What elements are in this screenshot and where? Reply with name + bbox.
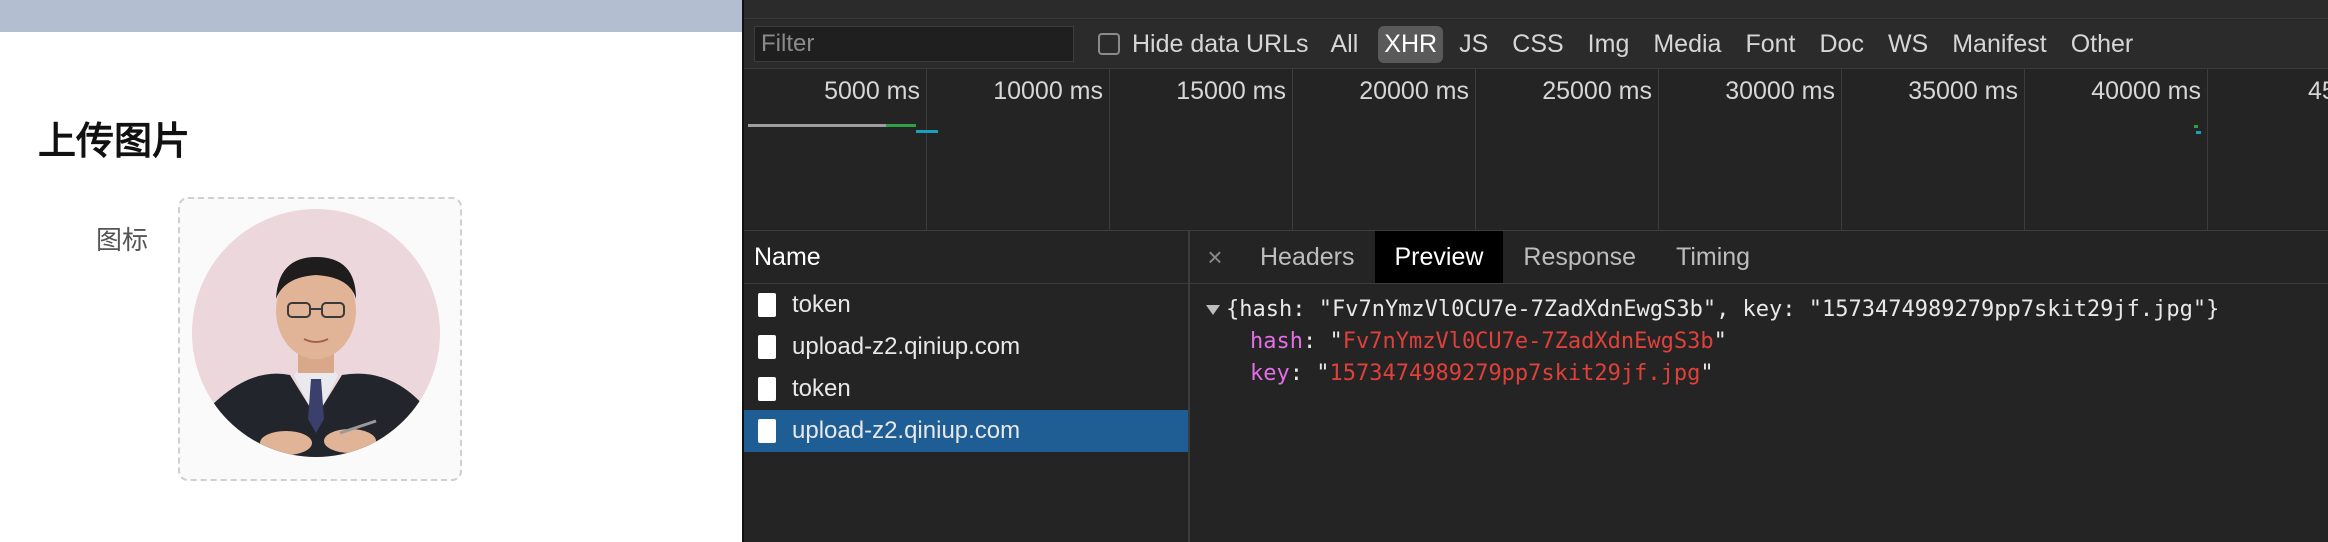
timeline-label: 5000 ms: [824, 77, 920, 105]
tab-headers[interactable]: Headers: [1240, 231, 1375, 283]
network-timeline[interactable]: 5000 ms 10000 ms 15000 ms 20000 ms 25000…: [744, 69, 2328, 231]
request-name: token: [792, 291, 851, 318]
timeline-col: 40000 ms: [2025, 69, 2208, 230]
timeline-col: 35000 ms: [1842, 69, 2025, 230]
timeline-label: 40000 ms: [2091, 77, 2201, 105]
filter-js[interactable]: JS: [1453, 26, 1494, 63]
timeline-col: 20000 ms: [1293, 69, 1476, 230]
key-value: 1573474989279pp7skit29jf.jpg: [1329, 361, 1701, 386]
hash-key: hash: [1250, 329, 1303, 354]
web-page: 上传图片 图标: [0, 0, 742, 542]
preview-key-row: key: "1573474989279pp7skit29jf.jpg": [1250, 361, 1714, 386]
filter-font[interactable]: Font: [1739, 26, 1801, 63]
devtools-top-strip: [744, 0, 2328, 19]
icon-field-label: 图标: [96, 226, 149, 256]
request-row-selected[interactable]: upload-z2.qiniup.com: [744, 410, 1188, 452]
preview-summary: {hash: "Fv7nYmzVl0CU7e-7ZadXdnEwgS3b", k…: [1226, 297, 2220, 322]
timeline-label: 30000 ms: [1725, 77, 1835, 105]
hide-data-urls-checkbox[interactable]: [1098, 33, 1120, 55]
filter-manifest[interactable]: Manifest: [1946, 26, 2052, 63]
document-icon: [758, 377, 776, 401]
timeline-col: 10000 ms: [927, 69, 1110, 230]
request-name: upload-z2.qiniup.com: [792, 333, 1021, 360]
timeline-bar-late-2: [2196, 131, 2201, 134]
filter-doc[interactable]: Doc: [1813, 26, 1869, 63]
hash-value: Fv7nYmzVl0CU7e-7ZadXdnEwgS3b: [1342, 329, 1714, 354]
request-row[interactable]: upload-z2.qiniup.com: [744, 326, 1188, 368]
preview-hash-row: hash: "Fv7nYmzVl0CU7e-7ZadXdnEwgS3b": [1250, 329, 1727, 354]
timeline-bar-request: [916, 130, 938, 133]
page-title: 上传图片: [38, 119, 191, 163]
filter-xhr[interactable]: XHR: [1378, 25, 1444, 63]
timeline-bar-download: [886, 124, 916, 127]
document-icon: [758, 419, 776, 443]
name-column-header[interactable]: Name: [744, 231, 1188, 284]
avatar: [192, 209, 440, 457]
filter-all[interactable]: All: [1324, 26, 1364, 63]
page-top-bar: [0, 0, 742, 32]
timeline-col: 15000 ms: [1110, 69, 1293, 230]
request-detail-pane: × Headers Preview Response Timing {hash:…: [1190, 231, 2328, 542]
filter-img[interactable]: Img: [1582, 26, 1636, 63]
network-filter-toolbar: Hide data URLs All XHR JS CSS Img Media …: [744, 20, 2328, 69]
tab-timing[interactable]: Timing: [1656, 231, 1770, 283]
timeline-label: 20000 ms: [1359, 77, 1469, 105]
timeline-col: 25000 ms: [1476, 69, 1659, 230]
timeline-col: 30000 ms: [1659, 69, 1842, 230]
key-key: key: [1250, 361, 1290, 386]
filter-other[interactable]: Other: [2065, 26, 2140, 63]
document-icon: [758, 335, 776, 359]
timeline-label: 35000 ms: [1908, 77, 2018, 105]
hide-data-urls-label: Hide data URLs: [1132, 29, 1309, 58]
filter-media[interactable]: Media: [1647, 26, 1727, 63]
detail-tabs: × Headers Preview Response Timing: [1190, 231, 2328, 284]
timeline-bar-waiting: [748, 124, 886, 127]
request-name: token: [792, 375, 851, 402]
json-preview: {hash: "Fv7nYmzVl0CU7e-7ZadXdnEwgS3b", k…: [1190, 284, 2328, 400]
image-upload-box[interactable]: [178, 197, 462, 481]
request-row[interactable]: token: [744, 368, 1188, 410]
expand-triangle-icon[interactable]: [1206, 305, 1220, 315]
preview-summary-row[interactable]: {hash: "Fv7nYmzVl0CU7e-7ZadXdnEwgS3b", k…: [1206, 294, 2312, 326]
devtools-panel: Hide data URLs All XHR JS CSS Img Media …: [742, 0, 2328, 542]
request-list: Name token upload-z2.qiniup.com token up…: [744, 231, 1190, 542]
tab-response[interactable]: Response: [1503, 231, 1656, 283]
tab-preview[interactable]: Preview: [1374, 231, 1504, 283]
document-icon: [758, 293, 776, 317]
request-row[interactable]: token: [744, 284, 1188, 326]
filter-css[interactable]: CSS: [1506, 26, 1569, 63]
timeline-label: 4500: [2308, 77, 2328, 105]
timeline-label: 10000 ms: [993, 77, 1103, 105]
close-icon[interactable]: ×: [1190, 231, 1240, 283]
filter-input[interactable]: [754, 26, 1074, 62]
timeline-bar-late-1: [2194, 125, 2198, 128]
timeline-label: 15000 ms: [1176, 77, 1286, 105]
timeline-col: 5000 ms: [744, 69, 927, 230]
request-name: upload-z2.qiniup.com: [792, 417, 1021, 444]
timeline-label: 25000 ms: [1542, 77, 1652, 105]
filter-ws[interactable]: WS: [1882, 26, 1934, 63]
timeline-col: 4500: [2208, 69, 2328, 230]
